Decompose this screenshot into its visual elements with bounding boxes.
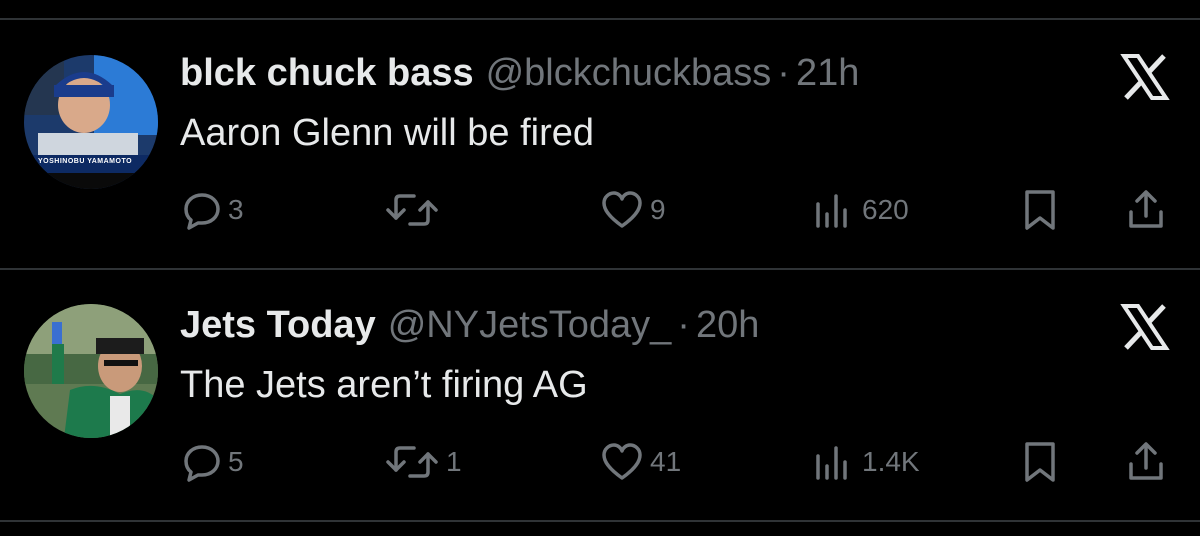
tweet-text: The Jets aren’t firing AG	[180, 364, 588, 406]
tweet-2[interactable]: Jets Today @NYJetsToday_ · 20h The Jets …	[0, 270, 1200, 520]
reply-icon	[184, 445, 220, 482]
avatar-2[interactable]	[24, 304, 158, 438]
heart-icon	[602, 443, 642, 480]
like-count: 41	[650, 446, 682, 477]
like-button[interactable]: 41	[600, 440, 681, 484]
bookmark-button[interactable]	[1020, 188, 1060, 232]
like-button[interactable]: 9	[600, 188, 666, 232]
avatar-2-image	[24, 304, 158, 438]
reply-button[interactable]: 5	[182, 440, 244, 484]
views-button[interactable]: 1.4K	[812, 440, 920, 484]
retweet-button[interactable]: 1	[384, 440, 462, 484]
display-name[interactable]: Jets Today	[180, 304, 376, 347]
heart-icon	[602, 191, 642, 228]
bookmark-icon	[1025, 190, 1055, 230]
views-button[interactable]: 620	[812, 188, 909, 232]
reply-count: 5	[228, 446, 244, 477]
share-button[interactable]	[1126, 440, 1166, 484]
timestamp[interactable]: 21h	[796, 52, 859, 95]
avatar-1[interactable]: YOSHINOBU YAMAMOTO	[24, 55, 158, 189]
tweet-1[interactable]: YOSHINOBU YAMAMOTO blck chuck bass @blck…	[0, 20, 1200, 270]
like-count: 9	[650, 194, 666, 225]
share-icon	[1129, 442, 1163, 480]
x-logo-icon	[1120, 54, 1170, 100]
x-logo-icon	[1120, 304, 1170, 350]
reply-count: 3	[228, 194, 244, 225]
reply-button[interactable]: 3	[182, 188, 244, 232]
share-icon	[1129, 190, 1163, 228]
display-name[interactable]: blck chuck bass	[180, 52, 474, 95]
retweet-icon	[386, 194, 438, 226]
reply-icon	[184, 193, 220, 230]
tweet-2-header: Jets Today @NYJetsToday_ · 20h	[180, 304, 759, 354]
views-count: 620	[862, 194, 909, 225]
tweet-text: Aaron Glenn will be fired	[180, 112, 594, 154]
retweet-icon	[386, 446, 438, 478]
share-button[interactable]	[1126, 188, 1166, 232]
views-count: 1.4K	[862, 446, 920, 477]
bottom-divider	[0, 520, 1200, 522]
views-icon	[816, 194, 847, 228]
avatar-1-overlay-text: YOSHINOBU YAMAMOTO	[38, 158, 133, 165]
bookmark-button[interactable]	[1020, 440, 1060, 484]
separator-dot: ·	[677, 304, 690, 346]
timestamp[interactable]: 20h	[696, 304, 759, 347]
separator-dot: ·	[777, 52, 790, 94]
user-handle[interactable]: @blckchuckbass	[486, 52, 772, 95]
retweet-button[interactable]	[384, 188, 446, 232]
retweet-count: 1	[446, 446, 462, 477]
tweet-1-header: blck chuck bass @blckchuckbass · 21h	[180, 52, 859, 102]
views-icon	[816, 446, 847, 480]
bookmark-icon	[1025, 442, 1055, 482]
user-handle[interactable]: @NYJetsToday_	[388, 304, 672, 347]
avatar-1-image	[24, 55, 158, 189]
